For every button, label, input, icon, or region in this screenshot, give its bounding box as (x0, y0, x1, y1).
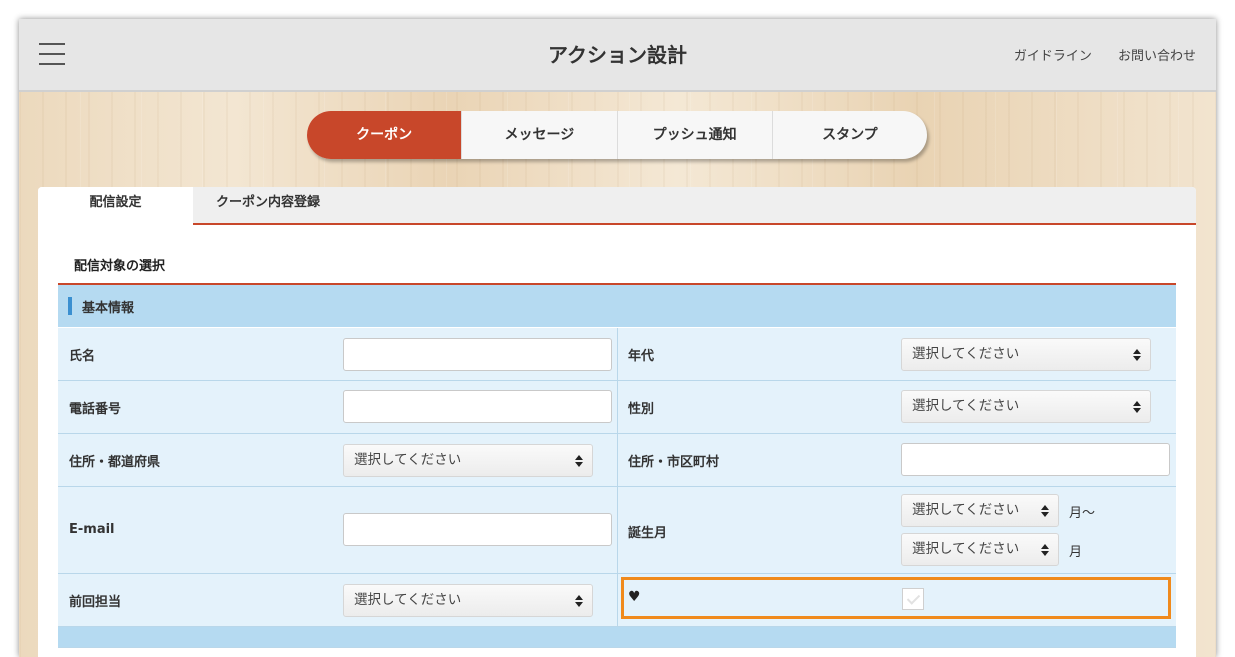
age-select-value: 選択してください (912, 346, 1020, 362)
select-arrows-icon (1041, 505, 1049, 517)
city-label: 住所・市区町村 (628, 455, 720, 470)
form-row-address: 住所・都道府県 選択してください 住所・市区町村 (58, 434, 1176, 487)
select-arrows-icon (1133, 349, 1141, 361)
phone-input[interactable] (343, 390, 612, 423)
highlight-box (621, 577, 1171, 619)
header-accent-bar (68, 297, 72, 315)
birth-month-from-unit: 月～ (1069, 506, 1096, 521)
guideline-link[interactable]: ガイドライン (1014, 49, 1092, 64)
last-staff-select[interactable]: 選択してください (343, 584, 593, 617)
select-arrows-icon (575, 595, 583, 607)
sub-tabs: 配信設定 クーポン内容登録 (38, 187, 1196, 225)
header-links: ガイドライン お問い合わせ (992, 45, 1196, 64)
contact-link[interactable]: お問い合わせ (1118, 49, 1196, 64)
prefecture-select[interactable]: 選択してください (343, 444, 593, 477)
form-row-phone-gender: 電話番号 性別 選択してください (58, 381, 1176, 434)
heart-icon: ♥ (628, 589, 641, 605)
basic-info-form: 基本情報 氏名 年代 選択してください 電話番号 性別 選択してください 住所・… (58, 285, 1176, 648)
birth-month-to-value: 選択してください (912, 541, 1020, 557)
column-divider (617, 381, 618, 433)
column-divider (617, 574, 618, 626)
column-divider (617, 328, 618, 380)
select-arrows-icon (1133, 401, 1141, 413)
birth-month-to-unit: 月 (1069, 545, 1083, 560)
column-divider (617, 487, 618, 573)
gender-select-value: 選択してください (912, 398, 1020, 414)
form-row-email-birth: E-mail 誕生月 選択してください 月～ 選択してください 月 (58, 487, 1176, 574)
birth-month-from-value: 選択してください (912, 502, 1020, 518)
form-group-title: 基本情報 (82, 300, 135, 316)
select-arrows-icon (1041, 544, 1049, 556)
tab-push-notification[interactable]: プッシュ通知 (616, 111, 772, 159)
last-staff-select-value: 選択してください (354, 592, 462, 608)
gender-select[interactable]: 選択してください (901, 390, 1151, 423)
app-window: アクション設計 ガイドライン お問い合わせ クーポン メッセージ プッシュ通知 … (19, 19, 1216, 657)
favorite-checkbox[interactable] (902, 588, 924, 610)
select-arrows-icon (575, 455, 583, 467)
prefecture-select-value: 選択してください (354, 452, 462, 468)
tab-message[interactable]: メッセージ (461, 111, 616, 159)
phone-label: 電話番号 (69, 402, 122, 417)
tab-coupon[interactable]: クーポン (307, 111, 462, 159)
birth-month-to-select[interactable]: 選択してください (901, 533, 1059, 566)
check-icon (906, 591, 921, 605)
tab-delivery-settings[interactable]: 配信設定 (38, 187, 193, 225)
last-staff-label: 前回担当 (69, 595, 122, 610)
form-row-staff-favorite: 前回担当 選択してください ♥ (58, 574, 1176, 627)
city-input[interactable] (901, 443, 1170, 476)
birth-month-from-select[interactable]: 選択してください (901, 494, 1059, 527)
form-group-header: 基本情報 (58, 285, 1176, 328)
name-input[interactable] (343, 338, 612, 371)
gender-label: 性別 (628, 402, 655, 417)
column-divider (617, 434, 618, 486)
name-label: 氏名 (69, 349, 96, 364)
content-panel: 配信設定 クーポン内容登録 配信対象の選択 基本情報 氏名 年代 選択してくださ… (38, 187, 1196, 657)
tab-stamp[interactable]: スタンプ (771, 111, 927, 159)
action-type-tabs: クーポン メッセージ プッシュ通知 スタンプ (307, 111, 927, 159)
age-select[interactable]: 選択してください (901, 338, 1151, 371)
birth-month-label: 誕生月 (628, 526, 668, 541)
form-row-name-age: 氏名 年代 選択してください (58, 328, 1176, 381)
age-label: 年代 (628, 349, 655, 364)
tab-coupon-content[interactable]: クーポン内容登録 (216, 187, 320, 223)
form-row-next (58, 627, 1176, 648)
top-bar: アクション設計 ガイドライン お問い合わせ (19, 19, 1216, 92)
prefecture-label: 住所・都道府県 (69, 455, 161, 470)
email-input[interactable] (343, 513, 612, 546)
section-title: 配信対象の選択 (74, 259, 166, 274)
email-label: E-mail (69, 522, 115, 537)
